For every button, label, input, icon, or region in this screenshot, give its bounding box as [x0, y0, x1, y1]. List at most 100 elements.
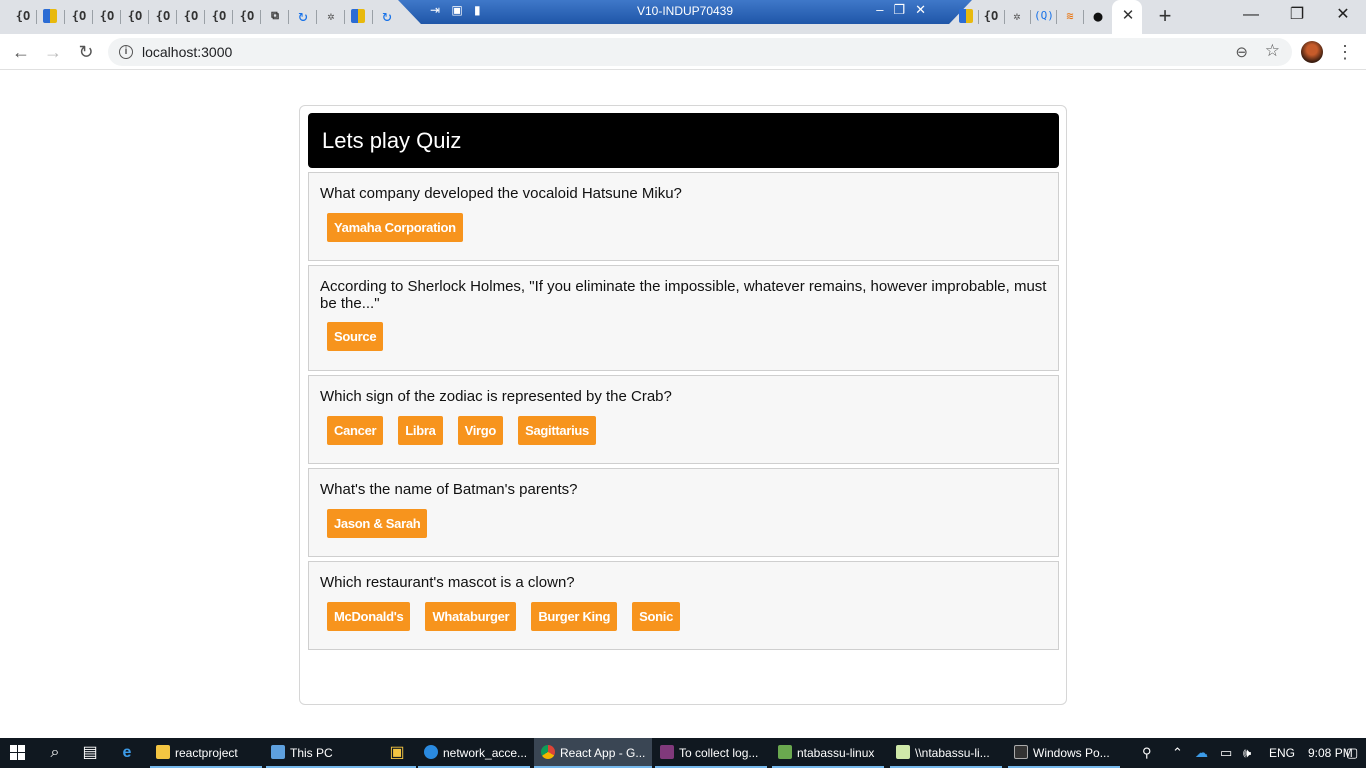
- taskbar-item-label: reactproject: [175, 746, 238, 760]
- taskbar-item-notepad[interactable]: \\ntabassu-li...: [890, 738, 1002, 768]
- volume-icon[interactable]: 🕪: [1243, 745, 1251, 761]
- taskbar-item-remote[interactable]: ntabassu-linux: [772, 738, 884, 768]
- json-tab-icon[interactable]: {O: [210, 7, 228, 25]
- tab-separator: [64, 10, 65, 24]
- extension-tab-icon[interactable]: [351, 9, 365, 23]
- json-tab-icon[interactable]: {O: [154, 7, 172, 25]
- windows-start-icon[interactable]: [10, 745, 26, 761]
- answer-button[interactable]: Burger King: [531, 602, 618, 631]
- taskbar-item-label: React App - G...: [560, 746, 646, 760]
- extension-tab-icon[interactable]: [43, 9, 57, 23]
- json-tab-icon[interactable]: {O: [238, 7, 256, 25]
- json-tab-icon[interactable]: {O: [126, 7, 144, 25]
- tab-separator: [148, 10, 149, 24]
- answer-button[interactable]: Sonic: [632, 602, 681, 631]
- rdp-icon: [778, 745, 792, 759]
- tab-separator: [1056, 10, 1057, 24]
- reload-icon[interactable]: ↻: [74, 40, 98, 64]
- forward-icon[interactable]: →: [41, 40, 65, 64]
- taskbar-item-onenote[interactable]: To collect log...: [655, 738, 767, 768]
- json-tab-icon[interactable]: {O: [182, 7, 200, 25]
- taskbar-item-label: \\ntabassu-li...: [915, 746, 990, 760]
- tab-separator: [260, 10, 261, 24]
- onedrive-icon[interactable]: ☁: [1195, 745, 1208, 761]
- new-tab-button[interactable]: +: [1154, 5, 1176, 27]
- answer-list: Yamaha Corporation: [327, 213, 463, 242]
- tab-separator: [1083, 10, 1084, 24]
- close-tab-icon[interactable]: ✕: [1119, 7, 1137, 25]
- taskbar-item-react-app[interactable]: React App - G...: [534, 738, 652, 768]
- tab-separator: [316, 10, 317, 24]
- profile-avatar[interactable]: [1301, 41, 1323, 63]
- zoom-icon[interactable]: ⊖: [1235, 43, 1248, 61]
- url-text[interactable]: localhost:3000: [142, 44, 232, 60]
- ie-icon: [424, 745, 438, 759]
- question-card: What's the name of Batman's parents? Jas…: [308, 468, 1059, 557]
- computer-icon: [271, 745, 285, 759]
- answer-list: McDonald's Whataburger Burger King Sonic: [327, 602, 681, 631]
- question-text: Which sign of the zodiac is represented …: [320, 388, 672, 405]
- remote-window-controls[interactable]: –❐✕: [876, 2, 936, 18]
- quiz-title: Lets play Quiz: [308, 113, 1059, 168]
- tab-separator: [92, 10, 93, 24]
- edge-icon[interactable]: e: [117, 743, 137, 763]
- tab-separator: [204, 10, 205, 24]
- question-text: What's the name of Batman's parents?: [320, 481, 578, 498]
- notifications-icon[interactable]: ▢: [1346, 745, 1358, 761]
- kebab-menu-icon[interactable]: ⋮: [1336, 40, 1354, 64]
- answer-button[interactable]: Libra: [398, 416, 443, 445]
- answer-button[interactable]: Whataburger: [425, 602, 517, 631]
- answer-button[interactable]: Jason & Sarah: [327, 509, 428, 538]
- onenote-icon: [660, 745, 674, 759]
- taskbar-item-network[interactable]: network_acce...: [418, 738, 530, 768]
- answer-button[interactable]: Sagittarius: [518, 416, 596, 445]
- search-icon[interactable]: ⌕: [45, 743, 65, 763]
- people-icon[interactable]: ⚲: [1142, 745, 1152, 761]
- info-icon[interactable]: i: [119, 45, 133, 59]
- store-icon[interactable]: ▣: [387, 743, 407, 763]
- question-card: Which restaurant's mascot is a clown? Mc…: [308, 561, 1059, 650]
- question-text: What company developed the vocaloid Hats…: [320, 185, 682, 202]
- json-tab-icon[interactable]: {O: [98, 7, 116, 25]
- app-tab-icon[interactable]: ⧉: [266, 7, 284, 25]
- tab-separator: [176, 10, 177, 24]
- answer-button[interactable]: Source: [327, 322, 384, 351]
- language-indicator[interactable]: ENG: [1269, 738, 1295, 768]
- bug-tab-icon[interactable]: ✲: [1008, 7, 1026, 25]
- chevron-up-icon[interactable]: ⌃: [1172, 745, 1183, 761]
- json-tab-icon[interactable]: {O: [14, 7, 32, 25]
- question-card: What company developed the vocaloid Hats…: [308, 172, 1059, 261]
- json-tab-icon[interactable]: {O: [982, 7, 1000, 25]
- taskbar-item-reactproject[interactable]: reactproject: [150, 738, 262, 768]
- answer-button[interactable]: Yamaha Corporation: [327, 213, 463, 242]
- address-bar[interactable]: i localhost:3000 ⊖ ☆: [108, 38, 1292, 66]
- tab-separator: [978, 10, 979, 24]
- bug-tab-icon[interactable]: ✲: [322, 7, 340, 25]
- answer-button[interactable]: Virgo: [457, 416, 504, 445]
- answer-list: Jason & Sarah: [327, 509, 428, 538]
- github-tab-icon[interactable]: ●: [1089, 7, 1107, 25]
- loading-tab-icon[interactable]: ↻: [378, 7, 396, 25]
- answer-list: Source: [327, 322, 384, 351]
- json-tab-icon[interactable]: {O: [70, 7, 88, 25]
- extension-tab-icon[interactable]: [959, 9, 973, 23]
- answer-button[interactable]: Cancer: [327, 416, 384, 445]
- tab-separator: [120, 10, 121, 24]
- taskbar-item-label: ntabassu-linux: [797, 746, 875, 760]
- loading-tab-icon[interactable]: ↻: [294, 7, 312, 25]
- maximize-button[interactable]: ❐: [1274, 0, 1320, 32]
- bookmark-star-icon[interactable]: ☆: [1265, 41, 1280, 61]
- minimize-button[interactable]: —: [1228, 0, 1274, 32]
- search-tab-icon[interactable]: (Q): [1034, 7, 1054, 25]
- taskbar-item-powershell[interactable]: Windows Po...: [1008, 738, 1120, 768]
- tab-separator: [232, 10, 233, 24]
- folder-icon: [156, 745, 170, 759]
- tab-separator: [1030, 10, 1031, 24]
- task-view-icon[interactable]: ▤: [80, 743, 100, 763]
- taskbar-item-label: This PC: [290, 746, 333, 760]
- close-window-button[interactable]: ✕: [1320, 0, 1366, 32]
- back-icon[interactable]: ←: [9, 40, 33, 64]
- stack-tab-icon[interactable]: ≋: [1061, 7, 1079, 25]
- network-icon[interactable]: ▭: [1220, 745, 1232, 761]
- answer-button[interactable]: McDonald's: [327, 602, 411, 631]
